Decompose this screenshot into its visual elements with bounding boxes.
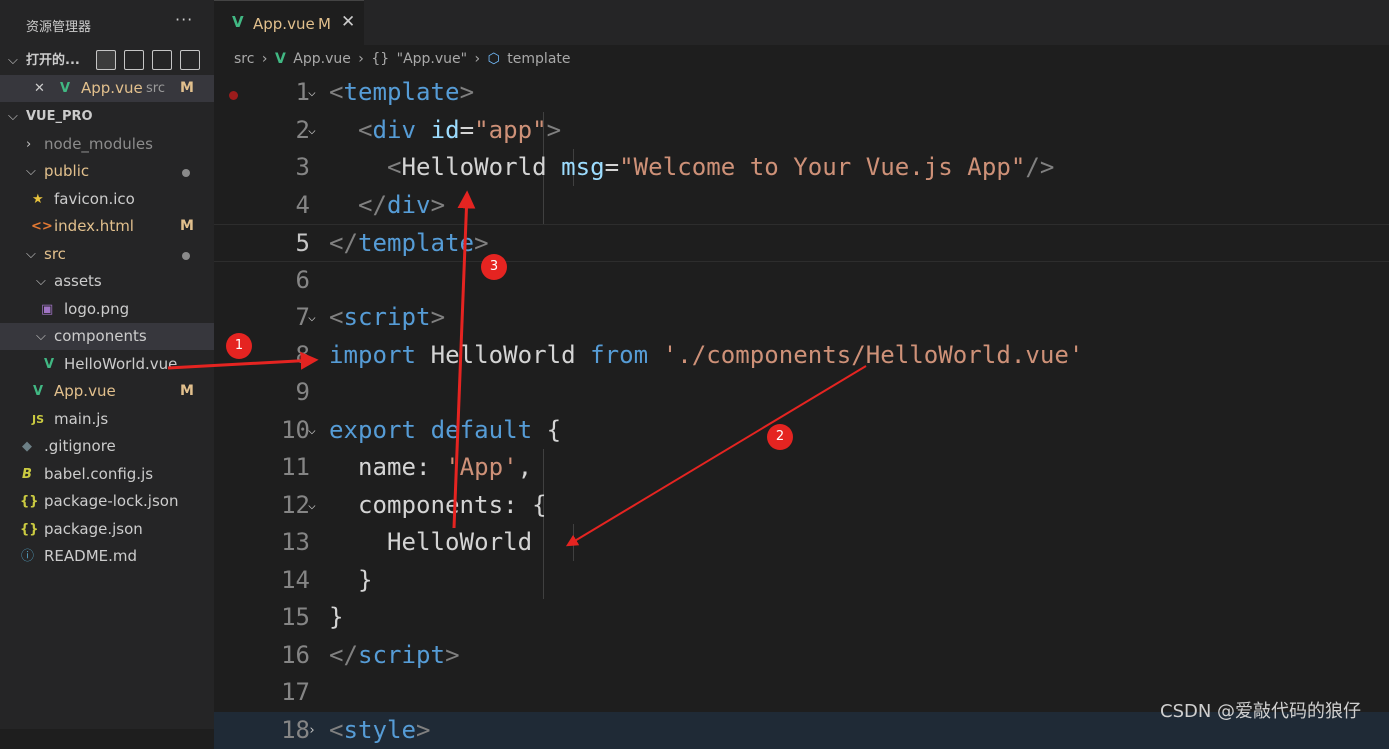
annotation-arrows [0, 0, 1389, 729]
arrow-2 [568, 366, 866, 545]
annotation-badge-1: 1 [226, 333, 252, 359]
annotation-badge-3: 3 [481, 254, 507, 280]
arrow-3 [454, 194, 467, 528]
arrow-1 [168, 360, 315, 368]
annotation-badge-2: 2 [767, 424, 793, 450]
watermark: CSDN @爱敲代码的狼仔 [1160, 697, 1361, 723]
